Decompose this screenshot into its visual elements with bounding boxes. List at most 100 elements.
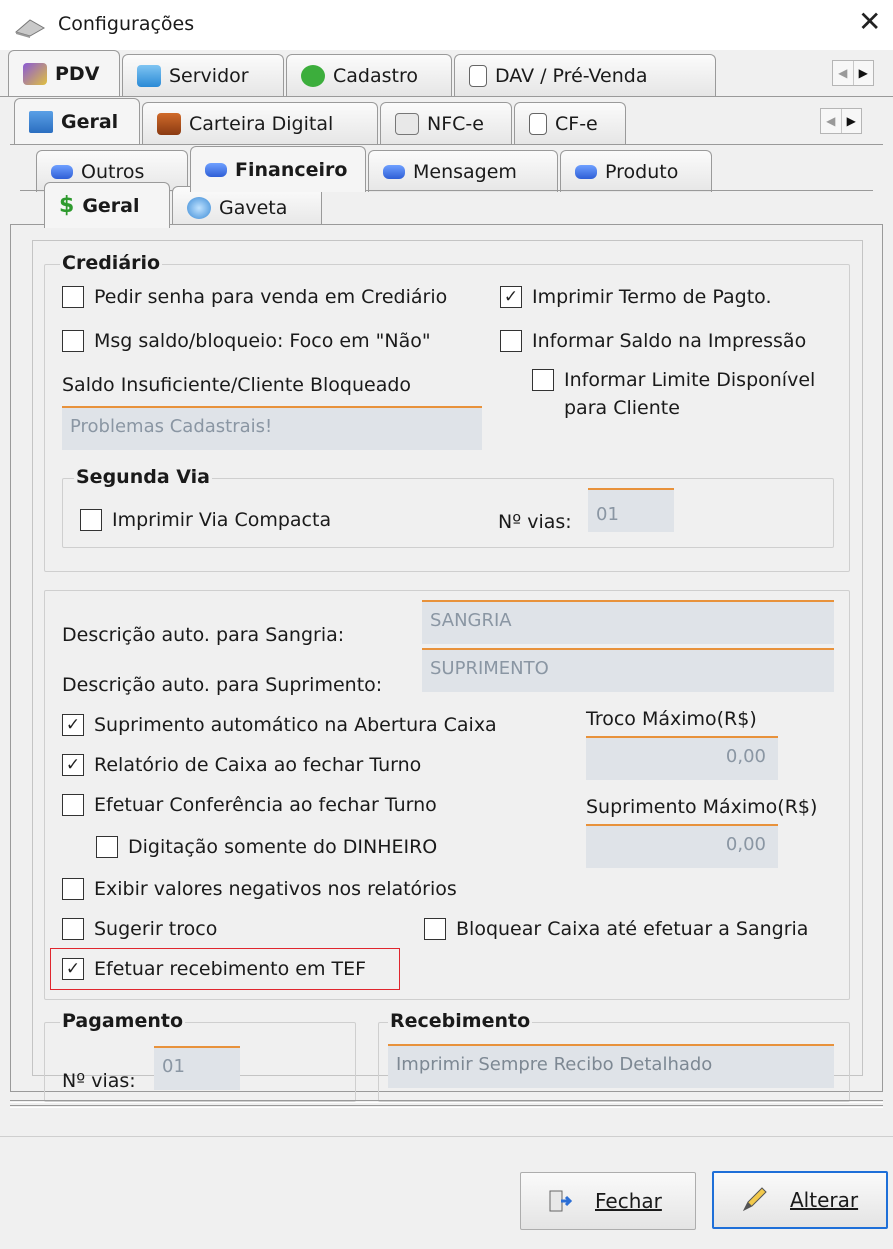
scroll-right-icon[interactable]: ▶ xyxy=(840,109,862,133)
tab-label: DAV / Pré-Venda xyxy=(495,64,648,87)
checkbox-label: Informar Limite Disponível para Cliente xyxy=(564,366,815,422)
tab-label: Outros xyxy=(81,160,145,183)
checkbox-label: Bloquear Caixa até efetuar a Sangria xyxy=(456,918,809,940)
wallet-icon xyxy=(157,112,181,135)
checkbox-label: Suprimento automático na Abertura Caixa xyxy=(94,714,497,736)
checkbox-box[interactable]: ✓ xyxy=(62,714,84,736)
checkbox-box[interactable] xyxy=(80,509,102,531)
msg-saldo-checkbox[interactable]: Msg saldo/bloqueio: Foco em "Não" xyxy=(62,330,431,352)
checkbox-box[interactable] xyxy=(62,286,84,308)
tab-geral[interactable]: Geral xyxy=(14,98,140,144)
checkbox-label: Efetuar Conferência ao fechar Turno xyxy=(94,794,437,816)
pdv-icon xyxy=(23,62,47,85)
sugerir-troco-checkbox[interactable]: Sugerir troco xyxy=(62,918,217,940)
segunda-via-vias-input[interactable]: 01 xyxy=(588,488,674,532)
dollar-icon: $ xyxy=(59,193,75,218)
tab-row-pdv: Geral Carteira Digital NFC-e CF-e ◀ ▶ xyxy=(0,98,893,148)
label-line: Informar Limite Disponível xyxy=(564,369,816,391)
checkbox-label: Imprimir Termo de Pagto. xyxy=(532,286,772,308)
exit-door-icon xyxy=(549,1190,573,1212)
imprimir-via-compacta-checkbox[interactable]: Imprimir Via Compacta xyxy=(80,509,331,531)
pagamento-vias-input[interactable]: 01 xyxy=(154,1046,240,1090)
tab-pdv[interactable]: PDV xyxy=(8,50,120,96)
informar-saldo-checkbox[interactable]: Informar Saldo na Impressão xyxy=(500,330,806,352)
tab-label: PDV xyxy=(55,62,100,85)
segunda-via-vias-label: Nº vias: xyxy=(498,511,572,533)
tab-label: Servidor xyxy=(169,64,249,87)
checkbox-label: Informar Saldo na Impressão xyxy=(532,330,807,352)
checkbox-box[interactable] xyxy=(500,330,522,352)
checkbox-label: Relatório de Caixa ao fechar Turno xyxy=(94,754,422,776)
scroll-left-icon[interactable]: ◀ xyxy=(821,109,841,133)
tab-gaveta[interactable]: Gaveta xyxy=(172,186,322,228)
button-label: Alterar xyxy=(790,1188,859,1212)
tab-dav-pre-venda[interactable]: DAV / Pré-Venda xyxy=(454,54,716,96)
separator xyxy=(0,1136,893,1137)
tab-cf-e[interactable]: CF-e xyxy=(514,102,626,144)
pedir-senha-checkbox[interactable]: Pedir senha para venda em Crediário xyxy=(62,286,447,308)
troco-maximo-input[interactable]: 0,00 xyxy=(586,736,778,780)
tab-row-main: PDV Servidor Cadastro DAV / Pré-Venda ◀ … xyxy=(0,50,893,100)
checkbox-label: Digitação somente do DINHEIRO xyxy=(128,836,438,858)
desc-sangria-label: Descrição auto. para Sangria: xyxy=(62,624,345,646)
troco-maximo-label: Troco Máximo(R$) xyxy=(586,708,757,730)
gear-icon xyxy=(187,196,211,219)
checkbox-box[interactable] xyxy=(532,369,554,391)
scroll-left-icon[interactable]: ◀ xyxy=(833,61,853,85)
tab-cadastro[interactable]: Cadastro xyxy=(286,54,452,96)
tab-label: Produto xyxy=(605,160,679,183)
tab-servidor[interactable]: Servidor xyxy=(122,54,284,96)
informar-limite-checkbox[interactable]: Informar Limite Disponível para Cliente xyxy=(532,369,815,422)
tab-label: CF-e xyxy=(555,112,598,135)
mensagem-icon xyxy=(383,164,405,179)
nfc-icon xyxy=(395,112,419,135)
checkbox-label: Msg saldo/bloqueio: Foco em "Não" xyxy=(94,330,431,352)
tab-scroll-buttons[interactable]: ◀ ▶ xyxy=(820,108,862,134)
checkbox-box[interactable]: ✓ xyxy=(62,958,84,980)
imprimir-termo-checkbox[interactable]: ✓ Imprimir Termo de Pagto. xyxy=(500,286,772,308)
fechar-button[interactable]: Fechar xyxy=(520,1172,696,1230)
document-icon xyxy=(469,64,487,87)
checkbox-box[interactable] xyxy=(62,330,84,352)
alterar-button[interactable]: Alterar xyxy=(712,1171,888,1229)
exibir-negativos-checkbox[interactable]: Exibir valores negativos nos relatórios xyxy=(62,878,457,900)
suprimento-automatico-checkbox[interactable]: ✓ Suprimento automático na Abertura Caix… xyxy=(62,714,497,736)
saldo-insuficiente-label: Saldo Insuficiente/Cliente Bloqueado xyxy=(62,374,412,396)
bloquear-caixa-checkbox[interactable]: Bloquear Caixa até efetuar a Sangria xyxy=(424,918,808,940)
tab-financeiro[interactable]: Financeiro xyxy=(190,146,366,192)
tab-scroll-buttons[interactable]: ◀ ▶ xyxy=(832,60,874,86)
checkbox-box[interactable] xyxy=(62,878,84,900)
checkbox-label: Exibir valores negativos nos relatórios xyxy=(94,878,457,900)
checkbox-box[interactable]: ✓ xyxy=(500,286,522,308)
checkbox-box[interactable] xyxy=(62,918,84,940)
desc-sangria-input[interactable]: SANGRIA xyxy=(422,600,834,644)
pagamento-vias-label: Nº vias: xyxy=(62,1070,136,1092)
recebimento-select[interactable]: Imprimir Sempre Recibo Detalhado xyxy=(388,1044,834,1088)
checkbox-box[interactable] xyxy=(96,836,118,858)
tab-nfc-e[interactable]: NFC-e xyxy=(380,102,512,144)
suprimento-maximo-input[interactable]: 0,00 xyxy=(586,824,778,868)
efetuar-tef-checkbox[interactable]: ✓ Efetuar recebimento em TEF xyxy=(62,958,366,980)
efetuar-conferencia-checkbox[interactable]: Efetuar Conferência ao fechar Turno xyxy=(62,794,437,816)
checkbox-box[interactable]: ✓ xyxy=(62,754,84,776)
tab-geral-financeiro[interactable]: $ Geral xyxy=(44,182,170,228)
tab-carteira-digital[interactable]: Carteira Digital xyxy=(142,102,378,144)
desc-suprimento-input[interactable]: SUPRIMENTO xyxy=(422,648,834,692)
tab-label: Cadastro xyxy=(333,64,418,87)
close-icon[interactable]: ✕ xyxy=(858,8,881,36)
separator xyxy=(10,1100,883,1103)
digitacao-dinheiro-checkbox[interactable]: Digitação somente do DINHEIRO xyxy=(96,836,437,858)
checkbox-label: Pedir senha para venda em Crediário xyxy=(94,286,448,308)
separator xyxy=(10,1105,883,1108)
checkbox-box[interactable] xyxy=(424,918,446,940)
tab-label: Carteira Digital xyxy=(189,112,334,135)
tab-label: Geral xyxy=(82,194,140,217)
scroll-right-icon[interactable]: ▶ xyxy=(852,61,874,85)
crediario-title: Crediário xyxy=(60,252,163,274)
checkbox-label: Efetuar recebimento em TEF xyxy=(94,958,367,980)
recebimento-title: Recebimento xyxy=(388,1010,533,1032)
desc-suprimento-label: Descrição auto. para Suprimento: xyxy=(62,674,383,696)
checkbox-box[interactable] xyxy=(62,794,84,816)
saldo-insuficiente-input[interactable]: Problemas Cadastrais! xyxy=(62,406,482,450)
relatorio-caixa-checkbox[interactable]: ✓ Relatório de Caixa ao fechar Turno xyxy=(62,754,421,776)
